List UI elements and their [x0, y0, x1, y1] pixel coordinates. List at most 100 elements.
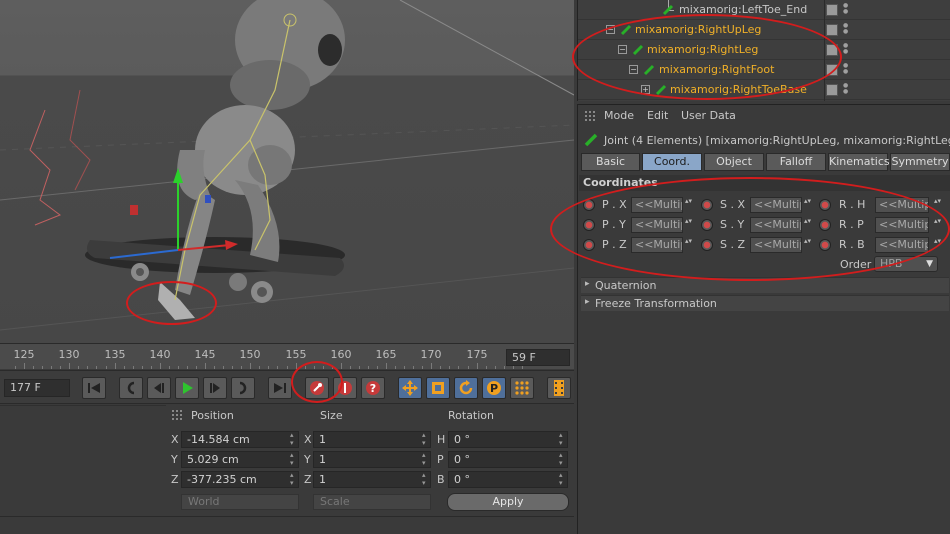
play-button[interactable]	[175, 377, 199, 399]
visibility-checkbox[interactable]	[826, 44, 838, 56]
position-x-field[interactable]: -14.584 cm	[181, 431, 299, 448]
goto-start-button[interactable]	[82, 377, 106, 399]
expand-icon[interactable]: +	[641, 85, 650, 94]
record-position-button[interactable]	[398, 377, 422, 399]
record-rotation-button[interactable]	[454, 377, 478, 399]
visibility-dots-icon[interactable]: ● ●	[843, 43, 848, 55]
visibility-checkbox[interactable]	[826, 64, 838, 76]
rotation-h-field[interactable]: 0 °	[448, 431, 568, 448]
collapse-icon[interactable]: −	[618, 45, 627, 54]
tree-row[interactable]: + mixamorig:RightToeBase ● ●	[578, 80, 950, 100]
record-active-button[interactable]	[305, 377, 329, 399]
s-y-field[interactable]: <<Multip	[750, 217, 802, 233]
coordinate-space-dropdown[interactable]: World	[181, 494, 299, 510]
position-z-field[interactable]: -377.235 cm	[181, 471, 299, 488]
r-h-field[interactable]: <<Multip	[875, 197, 929, 213]
viewport[interactable]	[0, 0, 574, 343]
s-z-field[interactable]: <<Multip	[750, 237, 802, 253]
r-b-field[interactable]: <<Multip	[875, 237, 929, 253]
tab-coord[interactable]: Coord.	[642, 153, 702, 171]
prev-key-button[interactable]	[119, 377, 143, 399]
s-x-field[interactable]: <<Multip	[750, 197, 802, 213]
menu-edit[interactable]: Edit	[647, 109, 668, 122]
timeline-tick-mark	[159, 363, 161, 369]
timeline-tick-mark	[150, 366, 152, 369]
visibility-dots-icon[interactable]: ● ●	[843, 3, 848, 15]
animate-s-y-radio[interactable]	[701, 219, 713, 231]
current-frame-field[interactable]: 177 F	[4, 379, 70, 397]
visibility-dots-icon[interactable]: ● ●	[843, 63, 848, 75]
freeze-transformation-group[interactable]: Freeze Transformation	[581, 295, 949, 311]
keyframe-selection-button[interactable]: ?	[361, 377, 385, 399]
p-y-field[interactable]: <<Multip	[631, 217, 683, 233]
next-frame-icon	[210, 383, 220, 393]
size-mode-dropdown[interactable]: Scale	[313, 494, 431, 510]
timeline-tick: 165	[375, 348, 397, 361]
timeline-tick-mark	[295, 363, 297, 369]
s-x-spinner-icon[interactable]: ▴▾	[804, 198, 811, 205]
r-p-spinner-icon[interactable]: ▴▾	[934, 218, 941, 225]
autokey-button[interactable]	[333, 377, 357, 399]
animate-p-z-radio[interactable]	[583, 239, 595, 251]
next-key-button[interactable]	[231, 377, 255, 399]
s-z-spinner-icon[interactable]: ▴▾	[804, 238, 811, 245]
end-frame-field[interactable]: 59 F	[506, 349, 570, 366]
visibility-checkbox[interactable]	[826, 24, 838, 36]
size-x-field[interactable]: 1	[313, 431, 431, 448]
quaternion-group[interactable]: Quaternion	[581, 277, 949, 293]
record-parameter-button[interactable]: P	[482, 377, 506, 399]
rotation-order-dropdown[interactable]: HPB ▼	[874, 256, 938, 272]
tab-symmetry[interactable]: Symmetry	[890, 153, 950, 171]
rotation-p-field[interactable]: 0 °	[448, 451, 568, 468]
prev-frame-button[interactable]	[147, 377, 171, 399]
timeline-tick-mark	[96, 366, 98, 369]
tab-basic[interactable]: Basic	[581, 153, 640, 171]
animate-r-p-radio[interactable]	[819, 219, 831, 231]
animate-p-x-radio[interactable]	[583, 199, 595, 211]
record-pla-button[interactable]	[510, 377, 534, 399]
apply-button[interactable]: Apply	[447, 493, 569, 511]
animate-r-b-radio[interactable]	[819, 239, 831, 251]
p-z-spinner-icon[interactable]: ▴▾	[685, 238, 692, 245]
tree-row[interactable]: − mixamorig:RightUpLeg ● ●	[578, 20, 950, 40]
goto-end-button[interactable]	[268, 377, 292, 399]
visibility-dots-icon[interactable]: ● ●	[843, 23, 848, 35]
timeline-tick-mark	[476, 363, 478, 369]
menu-user-data[interactable]: User Data	[681, 109, 736, 122]
p-y-spinner-icon[interactable]: ▴▾	[685, 218, 692, 225]
record-scale-button[interactable]	[426, 377, 450, 399]
visibility-checkbox[interactable]	[826, 84, 838, 96]
r-p-field[interactable]: <<Multip	[875, 217, 929, 233]
p-x-spinner-icon[interactable]: ▴▾	[685, 198, 692, 205]
visibility-checkbox[interactable]	[826, 4, 838, 16]
size-z-field[interactable]: 1	[313, 471, 431, 488]
visibility-dots-icon[interactable]: ● ●	[843, 83, 848, 95]
timeline-window-button[interactable]	[547, 377, 571, 399]
p-x-field[interactable]: <<Multip	[631, 197, 683, 213]
timeline-tick: 160	[330, 348, 352, 361]
collapse-icon[interactable]: −	[629, 65, 638, 74]
tab-kinematics[interactable]: Kinematics	[828, 153, 890, 171]
goto-start-icon	[88, 383, 100, 393]
next-frame-button[interactable]	[203, 377, 227, 399]
tree-row[interactable]: mixamorig:LeftToe_End ● ●	[578, 0, 950, 20]
p-z-field[interactable]: <<Multip	[631, 237, 683, 253]
animate-s-z-radio[interactable]	[701, 239, 713, 251]
rotation-b-field[interactable]: 0 °	[448, 471, 568, 488]
r-h-spinner-icon[interactable]: ▴▾	[934, 198, 941, 205]
position-y-field[interactable]: 5.029 cm	[181, 451, 299, 468]
collapse-icon[interactable]: −	[606, 25, 615, 34]
tab-object[interactable]: Object	[704, 153, 764, 171]
animate-p-y-radio[interactable]	[583, 219, 595, 231]
tree-row[interactable]: − mixamorig:RightLeg ● ●	[578, 40, 950, 60]
menu-mode[interactable]: Mode	[604, 109, 634, 122]
animate-s-x-radio[interactable]	[701, 199, 713, 211]
animate-r-h-radio[interactable]	[819, 199, 831, 211]
size-y-field[interactable]: 1	[313, 451, 431, 468]
panel-grip-icon	[172, 410, 182, 420]
r-b-spinner-icon[interactable]: ▴▾	[934, 238, 941, 245]
timeline-ruler[interactable]: 125 130 135 140 145 150 155 160 165 170 …	[0, 343, 574, 369]
tab-falloff[interactable]: Falloff	[766, 153, 826, 171]
s-y-spinner-icon[interactable]: ▴▾	[804, 218, 811, 225]
tree-row[interactable]: − mixamorig:RightFoot ● ●	[578, 60, 950, 80]
